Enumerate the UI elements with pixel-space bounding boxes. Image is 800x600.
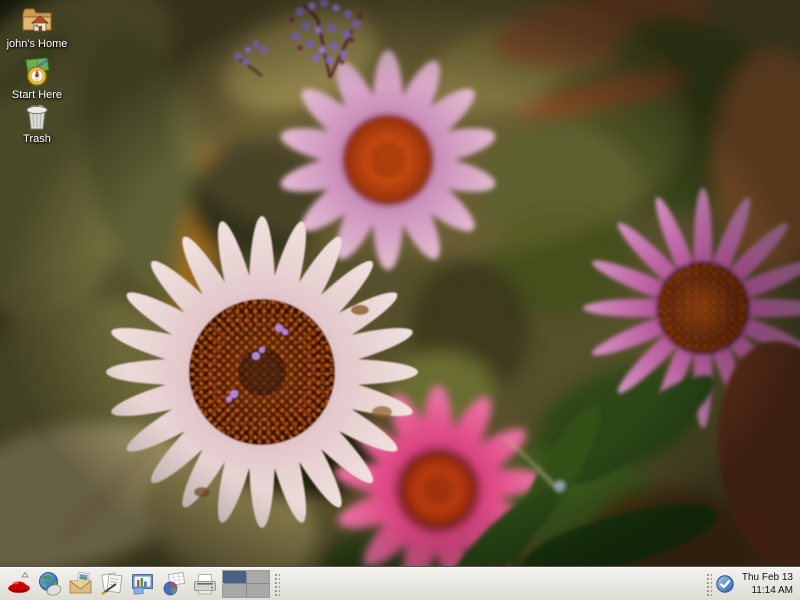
workspace-cell-1[interactable]	[223, 571, 246, 584]
word-processor-icon	[99, 571, 125, 597]
home-folder-icon	[20, 4, 54, 36]
presentation-launcher[interactable]	[129, 570, 157, 598]
clock[interactable]: Thu Feb 13 11:14 AM	[742, 571, 793, 597]
update-notifier-button[interactable]	[715, 574, 735, 594]
printer-launcher[interactable]	[191, 570, 219, 598]
word-processor-launcher[interactable]	[98, 570, 126, 598]
desktop-icon-label: john's Home	[7, 38, 68, 51]
web-browser-globe-icon	[37, 571, 63, 597]
desktop: john's Home Start Here Trash	[0, 0, 800, 600]
email-launcher[interactable]	[67, 570, 95, 598]
desktop-icon-start-here[interactable]: Start Here	[0, 55, 74, 102]
desktop-icon-johns-home[interactable]: john's Home	[0, 4, 74, 51]
main-menu-button[interactable]	[5, 570, 33, 598]
clock-time: 11:14 AM	[742, 584, 793, 597]
workspace-switcher[interactable]	[222, 570, 270, 598]
taskbar-panel: Thu Feb 13 11:14 AM	[0, 566, 800, 600]
update-check-icon	[715, 574, 735, 594]
printer-icon	[192, 571, 218, 597]
trash-icon	[20, 99, 54, 131]
desktop-icon-trash[interactable]: Trash	[0, 99, 74, 146]
presentation-chart-icon	[130, 571, 156, 597]
workspace-cell-2[interactable]	[247, 571, 270, 584]
start-here-icon	[20, 55, 54, 87]
panel-grip-handle[interactable]	[273, 572, 280, 596]
spreadsheet-launcher[interactable]	[160, 570, 188, 598]
email-envelope-icon	[68, 571, 94, 597]
red-hat-menu-icon	[6, 571, 32, 597]
wallpaper-image	[0, 0, 800, 600]
notification-area-grip[interactable]	[705, 572, 712, 596]
workspace-cell-3[interactable]	[223, 584, 246, 597]
clock-date: Thu Feb 13	[742, 571, 793, 584]
spreadsheet-pie-icon	[161, 571, 187, 597]
web-browser-launcher[interactable]	[36, 570, 64, 598]
workspace-cell-4[interactable]	[247, 584, 270, 597]
desktop-icon-label: Trash	[23, 133, 51, 146]
